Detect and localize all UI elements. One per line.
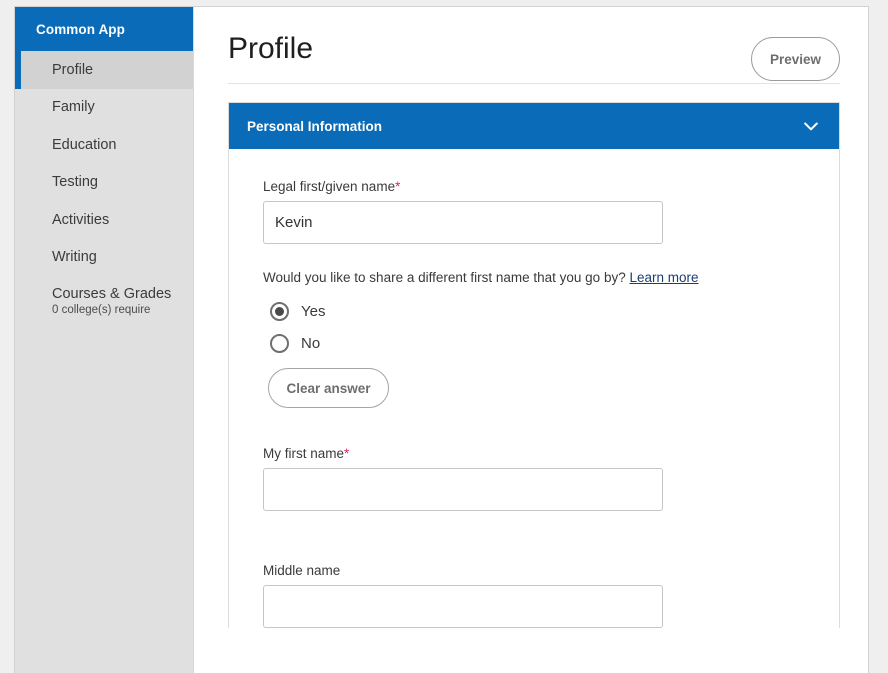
sidebar-item-label: Activities [52, 212, 109, 228]
legal-first-name-label: Legal first/given name* [263, 179, 839, 194]
my-first-name-label-text: My first name [263, 446, 344, 461]
radio-no-label: No [301, 335, 320, 352]
main-content: Profile Preview Personal Information Leg… [193, 7, 868, 673]
different-first-name-question: Would you like to share a different firs… [263, 270, 839, 285]
sidebar-item-writing[interactable]: Writing [15, 239, 193, 277]
spacer [263, 537, 839, 563]
header-divider [228, 83, 840, 84]
sidebar-item-label: Education [52, 137, 117, 153]
learn-more-link[interactable]: Learn more [629, 270, 698, 285]
personal-information-header[interactable]: Personal Information [229, 103, 839, 149]
sidebar-item-activities[interactable]: Activities [15, 201, 193, 239]
radio-option-yes[interactable]: Yes [270, 295, 839, 327]
sidebar-item-family[interactable]: Family [15, 89, 193, 127]
different-first-name-question-block: Would you like to share a different firs… [263, 270, 839, 408]
sidebar-item-label: Profile [52, 62, 93, 78]
required-asterisk: * [395, 179, 400, 194]
page-title: Profile [228, 31, 840, 67]
sidebar: Common App Profile Family Education Test… [15, 7, 193, 673]
sidebar-item-testing[interactable]: Testing [15, 164, 193, 202]
sidebar-item-profile[interactable]: Profile [15, 51, 193, 89]
middle-name-label-text: Middle name [263, 563, 340, 578]
radio-yes-icon[interactable] [270, 302, 289, 321]
personal-information-body: Legal first/given name* Would you like t… [229, 149, 839, 628]
sidebar-item-label: Family [52, 99, 95, 115]
section-title: Personal Information [247, 119, 382, 134]
radio-no-icon[interactable] [270, 334, 289, 353]
different-first-name-question-text: Would you like to share a different firs… [263, 270, 626, 285]
my-first-name-input[interactable] [263, 468, 663, 511]
middle-name-field: Middle name [263, 563, 839, 628]
app-window: Common App Profile Family Education Test… [14, 6, 869, 673]
personal-information-card: Personal Information Legal first/given n… [228, 102, 840, 628]
sidebar-item-education[interactable]: Education [15, 126, 193, 164]
middle-name-label: Middle name [263, 563, 839, 578]
page-header: Profile Preview [194, 7, 868, 69]
chevron-down-icon[interactable] [801, 116, 821, 136]
sidebar-item-label: Courses & Grades [52, 286, 171, 302]
app-brand-label: Common App [36, 22, 125, 37]
required-asterisk: * [344, 446, 349, 461]
radio-option-no[interactable]: No [270, 327, 839, 359]
sidebar-item-sublabel: 0 college(s) require [52, 304, 150, 316]
app-brand-title: Common App [15, 7, 193, 51]
sidebar-item-label: Writing [52, 249, 97, 265]
preview-button[interactable]: Preview [751, 37, 840, 81]
legal-first-name-field: Legal first/given name* [263, 179, 839, 244]
radio-yes-label: Yes [301, 303, 325, 320]
middle-name-input[interactable] [263, 585, 663, 628]
sidebar-nav: Profile Family Education Testing Activit… [15, 51, 193, 324]
my-first-name-label: My first name* [263, 446, 839, 461]
legal-first-name-input[interactable] [263, 201, 663, 244]
my-first-name-field: My first name* [263, 446, 839, 511]
clear-answer-button[interactable]: Clear answer [268, 368, 389, 408]
legal-first-name-label-text: Legal first/given name [263, 179, 395, 194]
sidebar-item-courses-and-grades[interactable]: Courses & Grades 0 college(s) require [15, 276, 193, 324]
spacer [263, 408, 839, 446]
sidebar-item-label: Testing [52, 174, 98, 190]
